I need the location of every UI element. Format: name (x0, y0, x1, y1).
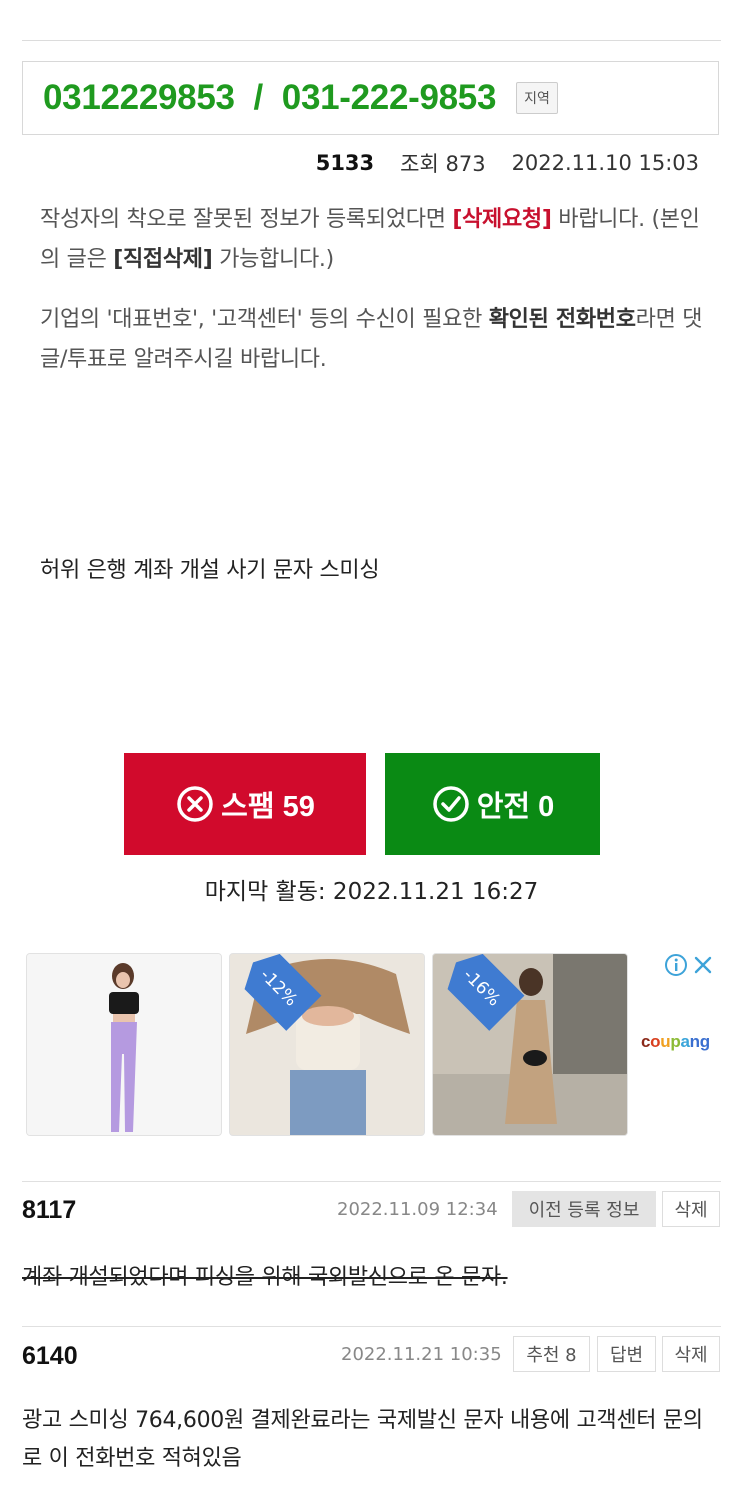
ad-product-2[interactable]: -12% (229, 953, 425, 1136)
phone-header: 0312229853 / 031-222-9853 지역 (22, 61, 719, 135)
comment-text: 계좌 개설되었다며 피싱을 위해 국외발신으로 온 문자. (22, 1265, 508, 1290)
delete-button[interactable]: 삭제 (662, 1336, 720, 1372)
ad-product-1[interactable] (26, 953, 222, 1136)
notice-text: 기업의 '대표번호', '고객센터' 등의 수신이 필요한 (40, 307, 489, 332)
ad-controls (664, 953, 714, 977)
recommend-button[interactable]: 추천 8 (513, 1336, 590, 1372)
safe-vote-label: 안전 0 (476, 791, 555, 823)
last-activity: 마지막 활동: 2022.11.21 16:27 (204, 879, 539, 905)
notice-bold: 확인된 전화번호 (488, 307, 636, 332)
comment-date: 2022.11.21 10:35 (341, 1344, 502, 1365)
leggings-product-image (27, 954, 221, 1135)
direct-delete-link[interactable]: [직접삭제] (113, 247, 213, 272)
spam-vote-label: 스팸 59 (221, 791, 315, 823)
post-date: 2022.11.10 15:03 (511, 151, 699, 175)
check-circle-icon (431, 784, 471, 824)
delete-button[interactable]: 삭제 (662, 1191, 720, 1227)
post-id: 5133 (315, 151, 375, 175)
comment-text: 광고 스미싱 764,600원 결제완료라는 국제발신 문자 내용에 고객센터 … (22, 1408, 703, 1471)
x-circle-icon (175, 784, 215, 824)
notice-company: 기업의 '대표번호', '고객센터' 등의 수신이 필요한 확인된 전화번호라면… (40, 300, 704, 380)
top-divider (22, 40, 721, 41)
view-count: 조회 873 (400, 152, 486, 176)
ad-product-3[interactable]: -16% (432, 953, 628, 1136)
delete-request-link[interactable]: [삭제요청] (452, 207, 552, 232)
notice-deletion: 작성자의 착오로 잘못된 정보가 등록되었다면 [삭제요청] 바랍니다. (본인… (40, 200, 704, 280)
notice-text: 작성자의 착오로 잘못된 정보가 등록되었다면 (40, 207, 453, 232)
comment-divider (22, 1181, 721, 1182)
comment-id: 6140 (22, 1342, 78, 1370)
phone-number[interactable]: 0312229853 / 031-222-9853 (43, 78, 496, 118)
safe-vote-button[interactable]: 안전 0 (385, 753, 600, 855)
region-tag[interactable]: 지역 (516, 82, 558, 114)
coupang-logo[interactable]: coupang (641, 1032, 710, 1052)
post-meta: 5133 조회 873 2022.11.10 15:03 (316, 148, 699, 178)
close-icon[interactable] (692, 954, 714, 976)
previous-registration-button[interactable]: 이전 등록 정보 (512, 1191, 656, 1227)
post-body: 허위 은행 계좌 개설 사기 문자 스미싱 (40, 558, 380, 583)
notice-text: 가능합니다.) (212, 247, 334, 272)
comment-date: 2022.11.09 12:34 (337, 1199, 498, 1220)
info-icon[interactable] (664, 953, 688, 977)
comment-divider (22, 1326, 721, 1327)
spam-vote-button[interactable]: 스팸 59 (124, 753, 366, 855)
reply-button[interactable]: 답변 (597, 1336, 656, 1372)
comment-id: 8117 (22, 1196, 77, 1224)
